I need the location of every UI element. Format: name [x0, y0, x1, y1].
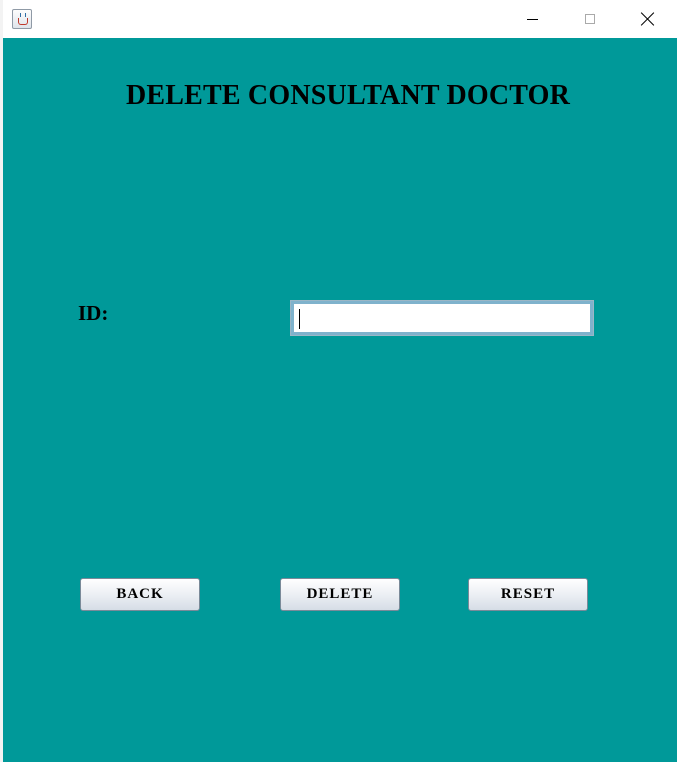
back-button[interactable]: BACK [80, 578, 200, 611]
maximize-icon [585, 14, 595, 24]
page-title: DELETE CONSULTANT DOCTOR [125, 80, 571, 111]
java-cup-icon [12, 9, 32, 29]
form-panel: DELETE CONSULTANT DOCTOR ID: BACK DELETE… [3, 38, 677, 762]
id-label: ID: [78, 301, 109, 325]
close-icon [641, 12, 655, 26]
id-input[interactable] [290, 300, 594, 336]
text-caret [299, 309, 300, 329]
reset-button[interactable]: RESET [468, 578, 588, 611]
title-bar[interactable] [3, 0, 677, 38]
app-window: DELETE CONSULTANT DOCTOR ID: BACK DELETE… [0, 0, 677, 762]
close-button[interactable] [619, 0, 677, 38]
maximize-button[interactable] [561, 0, 619, 38]
delete-button[interactable]: DELETE [280, 578, 400, 611]
minimize-icon [526, 18, 538, 20]
minimize-button[interactable] [503, 0, 561, 38]
